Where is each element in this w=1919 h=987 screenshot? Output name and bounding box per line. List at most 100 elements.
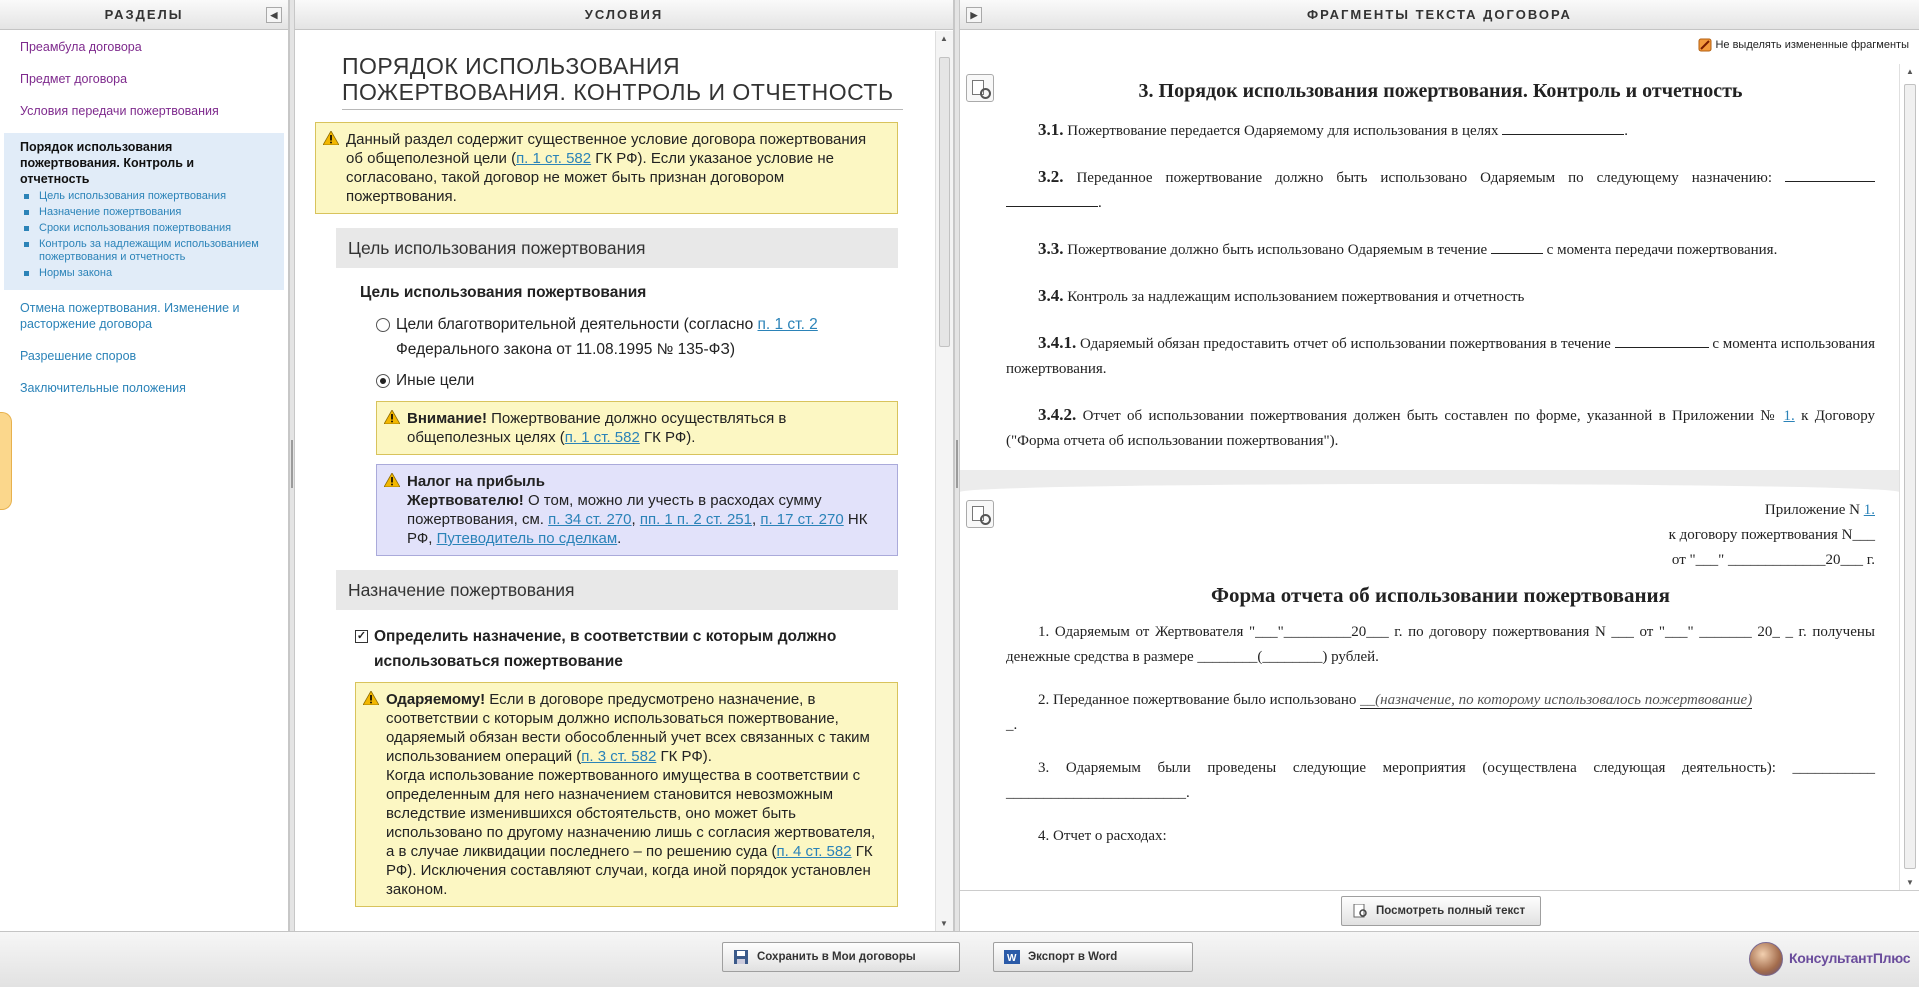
clause-3-4-1-num: 3.4.1. [1038, 333, 1077, 352]
clause-3-4-1-text: Одаряемый обязан предоставить отчет об и… [1076, 336, 1615, 352]
fragment-section-3: 3. Порядок использования пожертвования. … [960, 64, 1899, 454]
donee-bold: Одаряемому! [386, 691, 486, 708]
tax-heading: Налог на прибыль [407, 473, 545, 490]
save-to-my-contracts-button[interactable]: Сохранить в Мои договоры [722, 942, 960, 972]
scroll-up-arrow[interactable]: ▲ [940, 34, 948, 43]
intro-note: Данный раздел содержит существенное усло… [315, 122, 898, 214]
form-item-2-end: _. [1006, 717, 1018, 733]
radio-charity-button[interactable] [376, 318, 390, 332]
nav-sub-list: Цель использования пожертвования Назначе… [20, 190, 284, 280]
fragments-footer: Посмотреть полный текст [960, 890, 1919, 931]
logo-face-icon [1749, 942, 1783, 976]
nav-subject[interactable]: Предмет договора [0, 71, 288, 87]
attention-note: Внимание! Пожертвование должно осуществл… [376, 401, 898, 455]
link-p1-st582[interactable]: п. 1 ст. 582 [516, 150, 591, 167]
clause-3-3-num: 3.3. [1038, 239, 1064, 258]
link-p1-st2[interactable]: п. 1 ст. 2 [758, 316, 818, 333]
nav-sub-control[interactable]: Контроль за надлежащим использованием по… [20, 238, 284, 264]
appendix-header: Приложение N 1. к договору пожертвования… [1006, 498, 1875, 573]
tax-bold: Жертвователю! [407, 492, 524, 509]
brand-name: КонсультантПлюс [1789, 950, 1911, 966]
nav-cancel[interactable]: Отмена пожертвования. Изменение и растор… [0, 300, 288, 332]
radio-charity[interactable]: Цели благотворительной деятельности (сог… [376, 312, 905, 362]
link-appendix-1[interactable]: 1. [1784, 408, 1795, 424]
scroll-up-arrow[interactable]: ▲ [1906, 67, 1914, 76]
consultantplus-logo: КонсультантПлюс [1749, 942, 1919, 976]
clause-3-1-num: 3.1. [1038, 120, 1064, 139]
radio-other-button[interactable] [376, 374, 390, 388]
no-highlight-label: Не выделять измененные фрагменты [1715, 38, 1909, 51]
fragments-header: ▶ ФРАГМЕНТЫ ТЕКСТА ДОГОВОРА [960, 0, 1919, 30]
sections-panel: РАЗДЕЛЫ ◀ Преамбула договора Предмет дог… [0, 0, 289, 931]
tax-note: Налог на прибыль Жертвователю! О том, мо… [376, 464, 898, 556]
bottom-toolbar: Сохранить в Мои договоры W Экспорт в Wor… [0, 931, 1919, 987]
form-item-2-text: 2. Переданное пожертвование было использ… [1038, 692, 1361, 708]
nav-sub-purpose[interactable]: Цель использования пожертвования [20, 190, 284, 203]
link-p34-st270[interactable]: п. 34 ст. 270 [548, 511, 631, 528]
document-icon [1353, 904, 1367, 918]
clause-3-3-text-2: с момента передачи пожертвования. [1542, 242, 1778, 258]
fragment-divider [960, 470, 1899, 492]
word-icon: W [1004, 950, 1020, 964]
zoom-fragment-icon[interactable] [966, 74, 994, 102]
collapse-left-button[interactable]: ◀ [266, 7, 282, 23]
export-word-button[interactable]: W Экспорт в Word [993, 942, 1193, 972]
group-purpose: Цель использования пожертвования [336, 228, 898, 268]
nav-sub-terms[interactable]: Сроки использования пожертвования [20, 222, 284, 235]
view-full-text-button[interactable]: Посмотреть полный текст [1341, 896, 1541, 926]
appendix-line-2: к договору пожертвования N___ [1668, 527, 1875, 543]
radio-other[interactable]: Иные цели [376, 368, 905, 393]
scroll-down-arrow[interactable]: ▼ [1906, 878, 1914, 887]
scroll-thumb[interactable] [939, 57, 950, 347]
fragment-appendix: Приложение N 1. к договору пожертвования… [960, 492, 1899, 849]
contract-text: 3. Порядок использования пожертвования. … [960, 64, 1899, 890]
clause-3-4-num: 3.4. [1038, 286, 1064, 305]
form-item-2-placeholder[interactable]: __(назначение, по которому использовалос… [1360, 692, 1753, 709]
nav-active-title[interactable]: Порядок использования пожертвования. Кон… [20, 139, 284, 187]
link-p17-st270[interactable]: п. 17 ст. 270 [760, 511, 843, 528]
nav-sub-law[interactable]: Нормы закона [20, 267, 284, 280]
link-p3-st582[interactable]: п. 3 ст. 582 [581, 748, 656, 765]
nav-preamble[interactable]: Преамбула договора [0, 39, 288, 55]
tax-text-3: . [617, 530, 622, 547]
fragments-scrollbar[interactable]: ▲ ▼ [1899, 64, 1919, 890]
view-full-text-label: Посмотреть полный текст [1376, 905, 1526, 917]
field-purpose-label: Цель использования пожертвования [360, 284, 647, 301]
warning-icon [323, 131, 339, 145]
link-p1-st582-b[interactable]: п. 1 ст. 582 [565, 429, 640, 446]
nav-final[interactable]: Заключительные положения [0, 380, 288, 396]
zoom-fragment-icon[interactable] [966, 500, 994, 528]
form-item-3: 3. Одаряемым были проведены следующие ме… [1006, 760, 1875, 801]
fragments-toolbar: Не выделять измененные фрагменты [960, 30, 1919, 62]
checkbox-define-assignment-box[interactable]: ✓ [355, 630, 368, 643]
appendix-line-3: от "___" _____________20___ г. [1671, 552, 1875, 568]
nav-disputes[interactable]: Разрешение споров [0, 348, 288, 364]
appendix-line-1: Приложение N [1764, 502, 1864, 518]
nav-sub-assignment[interactable]: Назначение пожертвования [20, 206, 284, 219]
clause-3-4-text: Контроль за надлежащим использованием по… [1063, 289, 1525, 305]
link-pp1-p2-st251[interactable]: пп. 1 п. 2 ст. 251 [640, 511, 752, 528]
clause-3-1-text: Пожертвование передается Одаряемому для … [1063, 123, 1503, 139]
no-highlight-option[interactable]: Не выделять измененные фрагменты [1698, 38, 1909, 52]
link-appendix-number[interactable]: 1. [1864, 502, 1875, 518]
scroll-down-arrow[interactable]: ▼ [940, 919, 948, 928]
clause-3-4-2-text: Отчет об использовании пожертвования дол… [1076, 408, 1784, 424]
attention-text-2: ГК РФ). [639, 429, 696, 446]
link-deals-guide[interactable]: Путеводитель по сделкам [437, 530, 618, 547]
clause-3-3-text: Пожертвование должно быть использовано О… [1063, 242, 1491, 258]
group-assignment: Назначение пожертвования [336, 570, 898, 610]
checkbox-define-assignment[interactable]: ✓ Определить назначение, в соответствии … [355, 624, 898, 674]
radio-charity-label: Цели благотворительной деятельности (сог… [396, 316, 758, 333]
side-tab[interactable] [0, 412, 12, 510]
expand-right-button[interactable]: ▶ [966, 7, 982, 23]
warning-icon [384, 473, 400, 487]
fragments-title: ФРАГМЕНТЫ ТЕКСТА ДОГОВОРА [1307, 7, 1572, 22]
link-p4-st582[interactable]: п. 4 ст. 582 [777, 843, 852, 860]
scroll-thumb[interactable] [1904, 84, 1916, 869]
clause-3-4-2-num: 3.4.2. [1038, 405, 1077, 424]
conditions-scrollbar[interactable]: ▲ ▼ [935, 31, 953, 931]
form-item-2: 2. Переданное пожертвование было использ… [1006, 688, 1875, 738]
conditions-header: УСЛОВИЯ [295, 0, 953, 30]
nav-transfer-terms[interactable]: Условия передачи пожертвования [0, 103, 288, 119]
highlight-off-icon [1698, 38, 1712, 52]
